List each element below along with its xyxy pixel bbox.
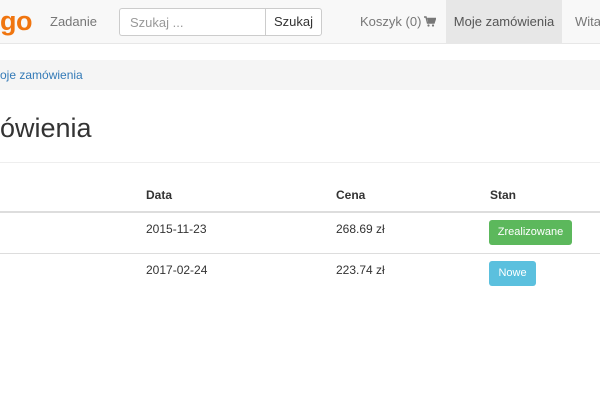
column-header-status: Stan: [490, 188, 517, 202]
table-header-divider: [0, 211, 600, 213]
order-price: 268.69 zł: [336, 222, 385, 236]
cart-label: Koszyk (0): [360, 14, 422, 29]
order-date: 2017-02-24: [146, 263, 208, 277]
breadcrumb: oje zamówienia: [0, 60, 600, 90]
nav-link-cart[interactable]: Koszyk (0): [360, 0, 437, 44]
status-badge[interactable]: Zrealizowane: [489, 220, 572, 245]
order-price: 223.74 zł: [336, 263, 385, 277]
order-date: 2015-11-23: [146, 222, 207, 236]
title-divider: [0, 162, 600, 163]
top-navbar: go Zadanie Szukaj Koszyk (0) Moje zamówi…: [0, 0, 600, 44]
brand-logo[interactable]: go: [0, 6, 33, 37]
status-badge[interactable]: Nowe: [489, 261, 536, 286]
search-button[interactable]: Szukaj: [265, 8, 322, 36]
nav-link-welcome[interactable]: Witaj: [575, 0, 600, 43]
column-header-price: Cena: [336, 188, 366, 202]
search-input[interactable]: [119, 8, 265, 36]
table-row-divider: [0, 253, 600, 254]
nav-link-task[interactable]: Zadanie: [50, 0, 97, 43]
nav-link-my-orders[interactable]: Moje zamówienia: [446, 0, 562, 43]
column-header-date: Data: [146, 188, 173, 202]
page-title: ówienia: [0, 113, 92, 143]
shopping-cart-icon: [424, 1, 437, 44]
breadcrumb-item-my-orders[interactable]: oje zamówienia: [0, 60, 83, 90]
